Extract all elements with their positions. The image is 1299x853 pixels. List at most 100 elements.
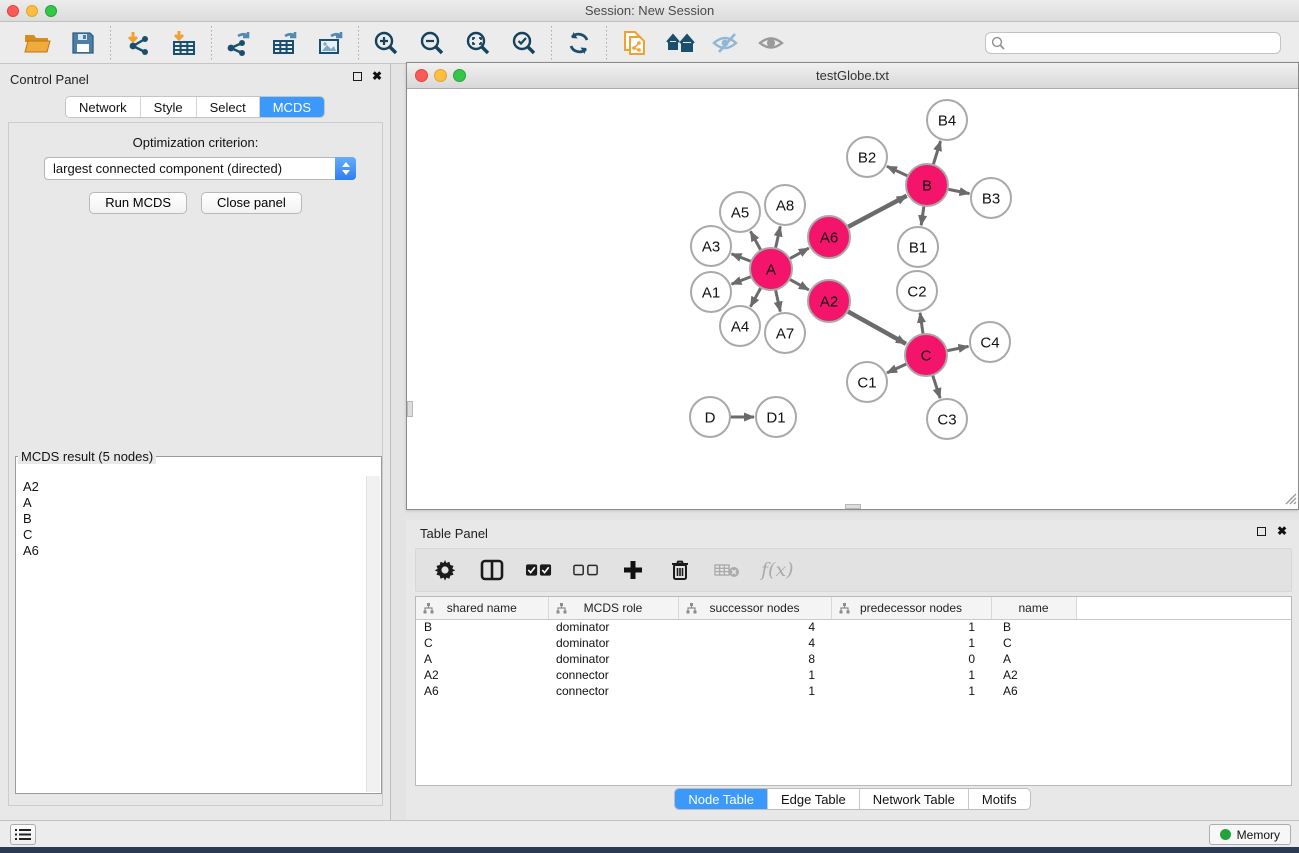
result-item[interactable]: C [23,527,360,543]
graph-node-C2[interactable]: C2 [897,271,937,311]
memory-button[interactable]: Memory [1209,824,1291,845]
graph-node-B1[interactable]: B1 [898,227,938,267]
column-header-mcds-role[interactable]: MCDS role [548,597,678,619]
result-item[interactable]: A2 [23,479,360,495]
resize-grip-icon[interactable] [1284,492,1297,508]
tab-node-table[interactable]: Node Table [675,789,768,809]
column-header-successor-nodes[interactable]: successor nodes [678,597,831,619]
column-header-predecessor-nodes[interactable]: predecessor nodes [831,597,991,619]
refresh-view-icon[interactable] [564,28,594,58]
tab-motifs[interactable]: Motifs [969,789,1030,809]
graph-node-A6[interactable]: A6 [808,216,850,258]
graph-node-B[interactable]: B [906,164,948,206]
delete-table-icon[interactable] [714,557,740,583]
tab-mcds[interactable]: MCDS [260,97,324,117]
tab-edge-table[interactable]: Edge Table [768,789,860,809]
graph-node-A1[interactable]: A1 [691,272,731,312]
hide-selected-icon[interactable] [711,28,741,58]
graph-node-B2[interactable]: B2 [847,137,887,177]
open-session-icon[interactable] [22,28,52,58]
export-image-icon[interactable] [316,28,346,58]
column-header-name[interactable]: name [991,597,1076,619]
deselect-all-icon[interactable] [573,557,599,583]
graph-node-A4[interactable]: A4 [720,306,760,346]
search-input[interactable] [985,32,1281,54]
network-graph: B4 B2 B B3 A5A8 A6 A3 B1 A A1 C2 A2 A4A7 C C1 C4C3 D D1 [407,89,1298,509]
graph-node-A2[interactable]: A2 [808,280,850,322]
graph-node-A[interactable]: A [750,248,792,290]
graph-node-A3[interactable]: A3 [691,226,731,266]
close-panel-icon[interactable]: ✖ [372,71,382,82]
add-column-icon[interactable] [620,557,646,583]
tab-select[interactable]: Select [197,97,260,117]
graph-node-D1[interactable]: D1 [756,397,796,437]
run-mcds-button[interactable]: Run MCDS [89,192,187,214]
svg-text:B4: B4 [938,113,956,130]
main-toolbar [0,22,1299,64]
table-row[interactable]: A6connector11A6 [416,683,1292,699]
result-item[interactable]: A [23,495,360,511]
zoom-selected-icon[interactable] [509,28,539,58]
svg-text:C: C [921,348,932,365]
zoom-in-icon[interactable] [371,28,401,58]
graph-node-C3[interactable]: C3 [927,399,967,439]
float-table-panel-icon[interactable] [1257,527,1266,536]
graph-node-C1[interactable]: C1 [847,362,887,402]
mcds-result-title: MCDS result (5 nodes) [18,449,156,464]
tab-network[interactable]: Network [66,97,141,117]
result-item[interactable]: A6 [23,543,360,559]
graph-node-B3[interactable]: B3 [971,178,1011,218]
import-network-icon[interactable] [123,28,153,58]
new-network-from-selection-icon[interactable] [619,28,649,58]
graph-node-A5[interactable]: A5 [720,192,760,232]
svg-text:A6: A6 [820,230,838,247]
mcds-result-list: A2ABCA6 [17,476,366,792]
export-table-icon[interactable] [270,28,300,58]
column-header-shared-name[interactable]: shared name [416,597,548,619]
graph-node-B4[interactable]: B4 [927,100,967,140]
svg-text:A3: A3 [702,239,720,256]
graph-node-C[interactable]: C [905,334,947,376]
table-row[interactable]: Cdominator41C [416,635,1292,651]
save-session-icon[interactable] [68,28,98,58]
float-panel-icon[interactable] [353,72,362,81]
graph-node-A8[interactable]: A8 [765,185,805,225]
close-table-panel-icon[interactable]: ✖ [1277,526,1287,537]
memory-status-icon [1220,829,1231,840]
task-history-button[interactable] [10,824,36,845]
network-window-titlebar[interactable]: testGlobe.txt [407,63,1298,89]
table-row[interactable]: Bdominator41B [416,619,1292,635]
header-filler [1076,597,1292,619]
horizontal-scroll-mark[interactable] [845,504,861,509]
result-item[interactable]: B [23,511,360,527]
graph-node-D[interactable]: D [690,397,730,437]
settings-gear-icon[interactable] [432,557,458,583]
zoom-out-icon[interactable] [417,28,447,58]
select-all-icon[interactable] [526,557,552,583]
svg-text:D: D [705,410,716,427]
table-row[interactable]: A2connector11A2 [416,667,1292,683]
tab-network-table[interactable]: Network Table [860,789,969,809]
import-table-icon[interactable] [169,28,199,58]
optimization-criterion-dropdown[interactable]: largest connected component (directed) [44,157,356,180]
tab-style[interactable]: Style [141,97,197,117]
graph-node-C4[interactable]: C4 [970,322,1010,362]
first-neighbors-icon[interactable] [665,28,695,58]
svg-text:B2: B2 [858,150,876,167]
app-title: Session: New Session [0,3,1299,18]
network-view-window: testGlobe.txt B4 B2 B B3 A5A8 A6 A3 B1 A A1 C2 A2 A4… [406,62,1299,510]
table-tabs: Node Table Edge Table Network Table Moti… [406,788,1299,810]
vertical-scroll-mark[interactable] [407,401,413,417]
function-builder-icon[interactable]: f(x) [761,559,794,581]
delete-icon[interactable] [667,557,693,583]
svg-text:A2: A2 [820,294,838,311]
result-scrollbar[interactable] [366,476,380,792]
export-network-icon[interactable] [224,28,254,58]
show-all-icon[interactable] [757,28,787,58]
table-row[interactable]: Adominator80A [416,651,1292,667]
split-view-icon[interactable] [479,557,505,583]
close-panel-button[interactable]: Close panel [201,192,302,214]
graph-node-A7[interactable]: A7 [765,313,805,353]
network-canvas[interactable]: B4 B2 B B3 A5A8 A6 A3 B1 A A1 C2 A2 A4A7 C C1 C4C3 D D1 [407,89,1298,509]
zoom-fit-icon[interactable] [463,28,493,58]
